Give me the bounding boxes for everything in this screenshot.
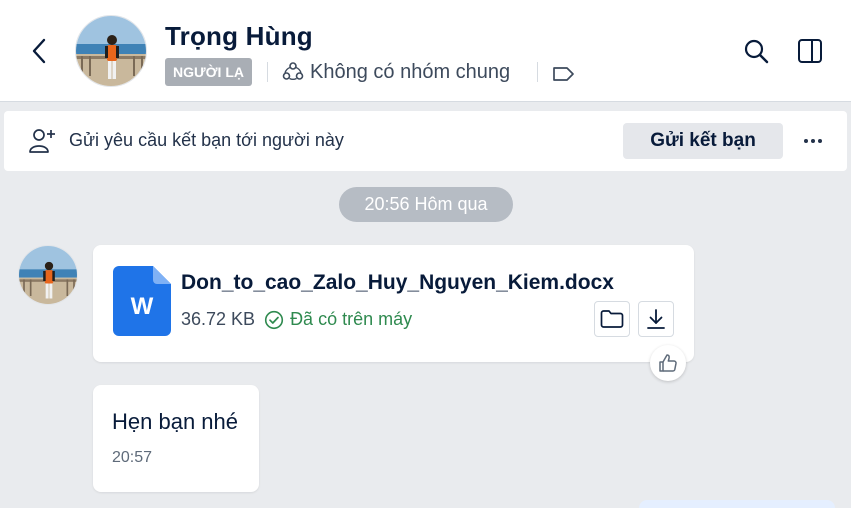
more-options-button[interactable]	[799, 127, 827, 155]
avatar-photo	[76, 16, 146, 86]
search-button[interactable]	[737, 32, 775, 70]
common-group-label: Không có nhóm chung	[310, 60, 511, 83]
divider	[267, 62, 268, 82]
file-meta: 36.72 KB Đã có trên máy	[181, 309, 412, 330]
friend-request-text: Gửi yêu cầu kết bạn tới người này	[69, 130, 344, 150]
sidebar-panel-icon	[798, 39, 822, 63]
contact-name: Trọng Hùng	[165, 21, 313, 51]
time-divider: 20:56 Hôm qua	[339, 187, 513, 222]
thumbs-up-icon	[659, 354, 677, 372]
sender-avatar[interactable]	[18, 245, 78, 305]
tag-icon	[553, 67, 574, 81]
file-name[interactable]: Don_to_cao_Zalo_Huy_Nguyen_Kiem.docx	[181, 271, 614, 295]
message-text: Hẹn bạn nhé	[112, 409, 238, 434]
svg-text:W: W	[131, 293, 154, 320]
download-button[interactable]	[638, 301, 674, 337]
text-message[interactable]: Hẹn bạn nhé 20:57	[93, 385, 259, 492]
file-status: Đã có trên máy	[264, 309, 412, 330]
divider	[537, 62, 538, 82]
friend-request-bar: Gửi yêu cầu kết bạn tới người này Gửi kế…	[4, 111, 847, 171]
chevron-left-icon	[32, 38, 46, 64]
common-group-info[interactable]: Không có nhóm chung	[282, 58, 510, 86]
download-icon	[647, 309, 665, 329]
chat-header: Trọng Hùng NGƯỜI LẠ Không có nhóm chung	[0, 0, 851, 102]
more-icon	[804, 139, 822, 143]
contact-avatar[interactable]	[75, 15, 147, 87]
folder-icon	[600, 310, 624, 328]
message-time: 20:57	[112, 449, 153, 466]
file-status-label: Đã có trên máy	[290, 309, 413, 329]
back-button[interactable]	[24, 32, 54, 70]
open-folder-button[interactable]	[594, 301, 630, 337]
file-size: 36.72 KB	[181, 309, 256, 329]
check-circle-icon	[264, 310, 284, 329]
avatar-photo	[19, 246, 77, 304]
group-icon	[282, 62, 304, 81]
outgoing-message-partial	[639, 500, 835, 508]
add-user-icon	[28, 127, 56, 160]
word-file-icon: W	[113, 266, 171, 336]
send-friend-request-button[interactable]: Gửi kết bạn	[623, 123, 783, 159]
react-button[interactable]	[650, 345, 686, 381]
toggle-info-panel-button[interactable]	[791, 32, 829, 70]
file-message[interactable]: W Don_to_cao_Zalo_Huy_Nguyen_Kiem.docx 3…	[93, 245, 694, 362]
tag-button[interactable]	[551, 61, 577, 87]
stranger-badge: NGƯỜI LẠ	[165, 58, 252, 86]
search-icon	[744, 39, 769, 64]
